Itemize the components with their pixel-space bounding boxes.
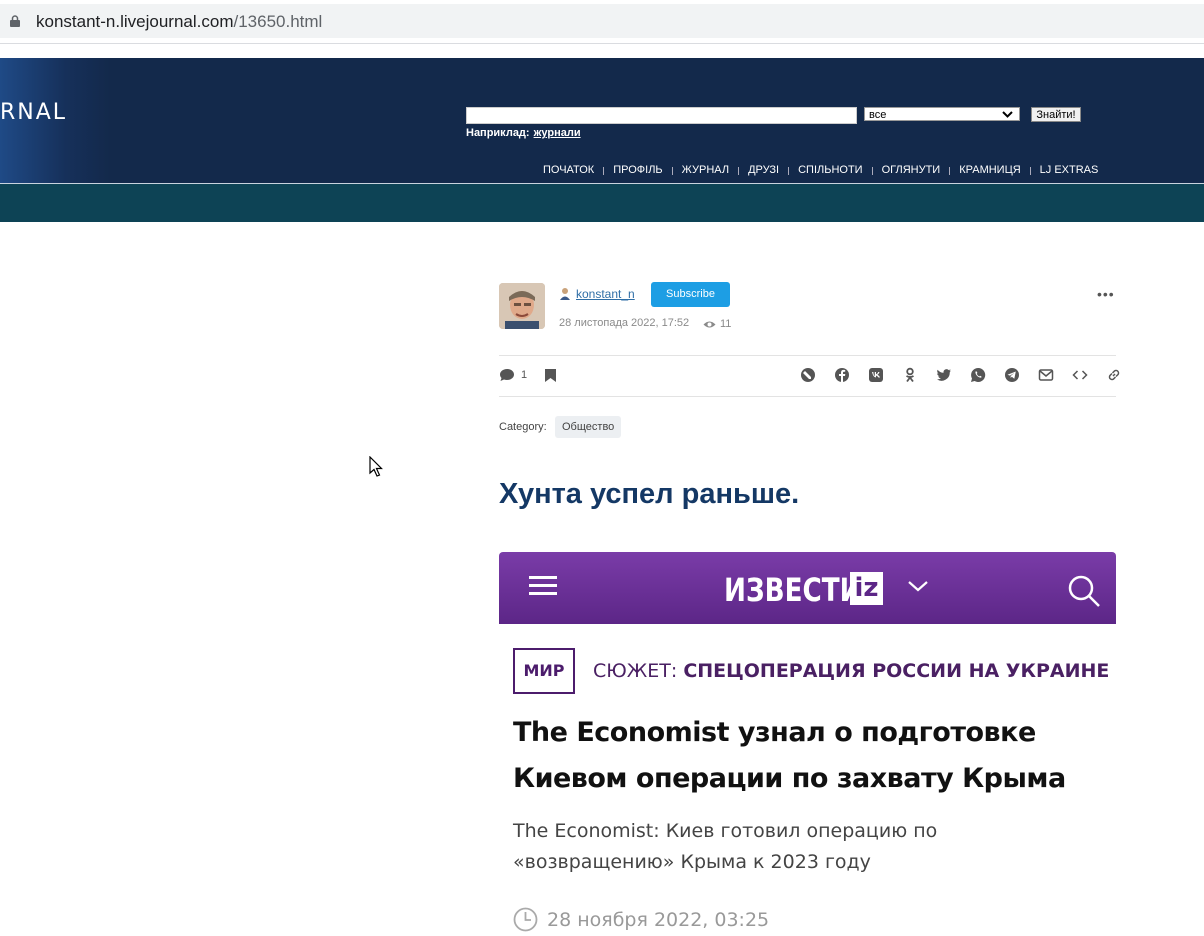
more-options-button[interactable]: •••	[1097, 286, 1115, 302]
eye-icon	[703, 321, 716, 327]
avatar[interactable]	[499, 283, 545, 329]
search-input[interactable]	[466, 107, 857, 124]
link-icon[interactable]	[1097, 367, 1131, 384]
hamburger-menu-icon	[529, 576, 557, 596]
comments-count: 1	[521, 369, 528, 381]
story-label: СЮЖЕТ:	[593, 660, 678, 682]
article-headline: The Economist узнал о подготовке Киевом …	[513, 717, 1066, 794]
facebook-icon[interactable]	[825, 367, 859, 384]
search-button[interactable]: Знайти!	[1031, 107, 1081, 122]
view-count-value: 11	[720, 318, 732, 330]
nav-item-lj-extras[interactable]: LJ EXTRAS	[1040, 164, 1099, 176]
comments-button[interactable]: 1	[499, 368, 527, 382]
post-title: Хунта успел раньше.	[499, 478, 800, 510]
chevron-down-icon	[1002, 111, 1013, 118]
site-logo[interactable]: RNAL	[0, 100, 67, 125]
category-label: Category:	[499, 421, 547, 433]
mouse-cursor-icon	[369, 456, 383, 477]
share-bar	[791, 367, 1131, 384]
comment-icon	[500, 369, 514, 381]
url-text[interactable]: konstant-n.livejournal.com/13650.html	[36, 12, 322, 32]
vk-icon[interactable]	[859, 367, 893, 384]
url-host: konstant-n.livejournal.com	[36, 12, 234, 31]
nav-separator	[788, 167, 790, 175]
subscribe-button[interactable]: Subscribe	[651, 282, 730, 307]
article-lead: The Economist: Киев готовил операцию по …	[513, 820, 938, 873]
divider	[499, 355, 1116, 356]
divider	[0, 43, 1204, 44]
odnoklassniki-icon[interactable]	[893, 367, 927, 384]
nav-separator	[1029, 167, 1031, 175]
lock-icon	[10, 15, 20, 27]
nav-item-profile[interactable]: ПРОФІЛЬ	[613, 164, 662, 176]
nav-item-explore[interactable]: ОГЛЯНУТИ	[882, 164, 941, 176]
article-date: 28 ноября 2022, 03:25	[513, 907, 769, 932]
chevron-down-icon	[908, 581, 928, 592]
nav-item-shop[interactable]: КРАМНИЦЯ	[959, 164, 1020, 176]
address-bar[interactable]: konstant-n.livejournal.com/13650.html	[0, 4, 1204, 38]
article-date-value: 28 ноября 2022, 03:25	[547, 908, 770, 931]
nav-item-friends[interactable]: ДРУЗІ	[748, 164, 779, 176]
post-datetime: 28 листопада 2022, 17:52	[559, 317, 690, 329]
izvestia-logo-badge: iz	[850, 572, 883, 605]
nav-separator	[671, 167, 673, 175]
divider	[499, 396, 1116, 397]
nav-item-communities[interactable]: СПІЛЬНОТИ	[798, 164, 862, 176]
nav-separator	[871, 167, 873, 175]
search-scope-value: все	[869, 109, 887, 121]
header-subbar	[0, 184, 1204, 222]
nav-item-journal[interactable]: ЖУРНАЛ	[682, 164, 729, 176]
example-link[interactable]: журнали	[534, 127, 581, 139]
twitter-icon[interactable]	[927, 367, 961, 384]
nav-separator	[949, 167, 951, 175]
example-label: Наприклад:	[466, 127, 530, 139]
search-example: Наприклад: журнали	[466, 127, 581, 139]
telegram-icon[interactable]	[995, 367, 1029, 384]
avatar-image	[499, 283, 545, 329]
bookmark-icon[interactable]	[544, 368, 557, 383]
story-line: СЮЖЕТ: СПЕЦОПЕРАЦИЯ РОССИИ НА УКРАИНЕ	[593, 660, 1109, 682]
main-nav: ПОЧАТОК ПРОФІЛЬ ЖУРНАЛ ДРУЗІ СПІЛЬНОТИ О…	[543, 164, 1098, 176]
section-badge: МИР	[513, 648, 575, 694]
search-icon	[1068, 575, 1100, 607]
view-count: 11	[703, 318, 731, 330]
embed-icon[interactable]	[1063, 367, 1097, 384]
site-header: RNAL все Знайти! Наприклад: журнали ПОЧАТ…	[0, 58, 1204, 183]
category-tag[interactable]: Общество	[555, 416, 622, 438]
nav-separator	[738, 167, 740, 175]
story-title: СПЕЦОПЕРАЦИЯ РОССИИ НА УКРАИНЕ	[683, 660, 1110, 682]
whatsapp-icon[interactable]	[961, 367, 995, 384]
user-icon	[560, 288, 570, 300]
nav-separator	[603, 167, 605, 175]
search-scope-select[interactable]: все	[864, 107, 1020, 121]
clock-icon	[513, 907, 538, 932]
url-path: /13650.html	[233, 12, 323, 31]
author-username[interactable]: konstant_n	[576, 287, 635, 301]
email-icon[interactable]	[1029, 367, 1063, 384]
nav-item-home[interactable]: ПОЧАТОК	[543, 164, 594, 176]
livejournal-icon[interactable]	[791, 367, 825, 384]
